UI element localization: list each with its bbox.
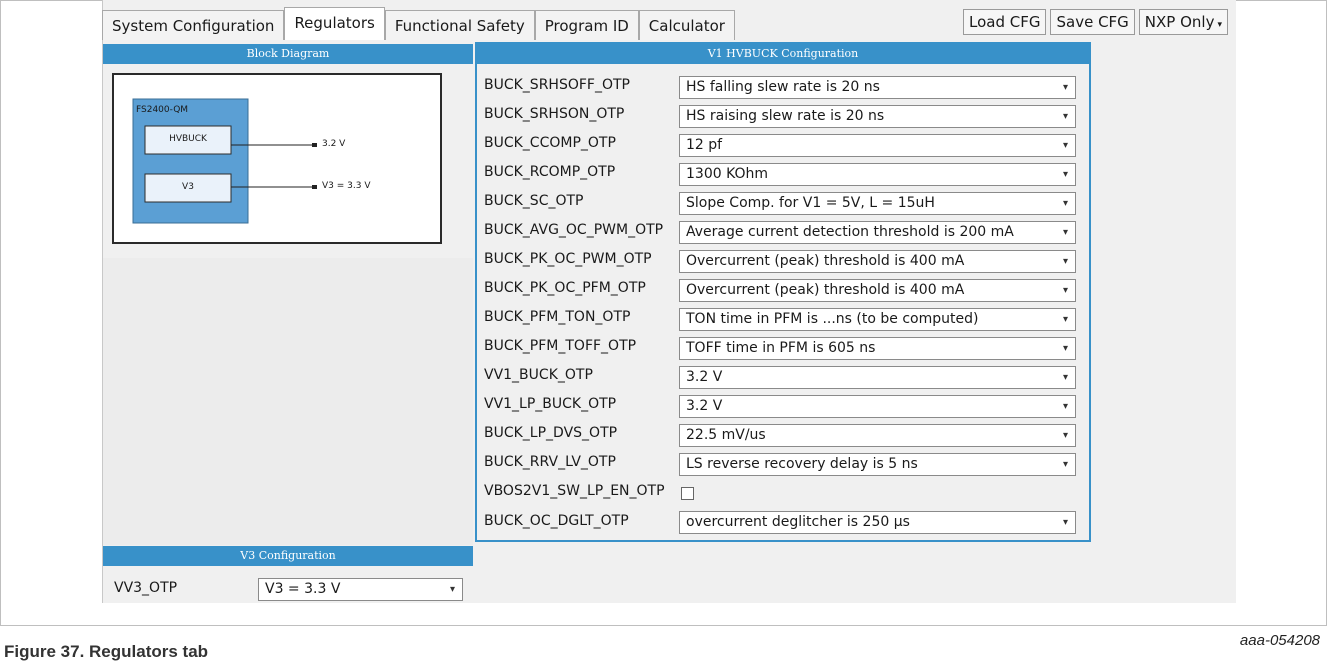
toolbar: Load CFG Save CFG NXP Only ▾ bbox=[963, 9, 1228, 35]
device-label: FS2400-QM bbox=[136, 105, 189, 115]
chevron-down-icon: ▾ bbox=[449, 584, 455, 595]
row-label: BUCK_LP_DVS_OTP bbox=[484, 425, 618, 441]
chevron-down-icon: ▾ bbox=[1062, 140, 1068, 151]
buck-ccomp-select[interactable]: 12 pf ▾ bbox=[679, 134, 1076, 157]
hvbuck-block-label: HVBUCK bbox=[169, 134, 207, 144]
select-value: V3 = 3.3 V bbox=[265, 581, 341, 597]
row-label: VV1_BUCK_OTP bbox=[484, 367, 593, 383]
chevron-down-icon: ▾ bbox=[1062, 459, 1068, 470]
buck-srhsoff-select[interactable]: HS falling slew rate is 20 ns ▾ bbox=[679, 76, 1076, 99]
v3-output-pin bbox=[312, 185, 317, 189]
buck-pk-oc-pfm-select[interactable]: Overcurrent (peak) threshold is 400 mA ▾ bbox=[679, 279, 1076, 302]
select-value: Overcurrent (peak) threshold is 400 mA bbox=[686, 282, 965, 298]
figure-id: aaa-054208 bbox=[1239, 632, 1320, 649]
v3-block-label: V3 bbox=[182, 182, 194, 192]
buck-rrv-lv-select[interactable]: LS reverse recovery delay is 5 ns ▾ bbox=[679, 453, 1076, 476]
chevron-down-icon: ▾ bbox=[1062, 256, 1068, 267]
buck-avg-oc-pwm-select[interactable]: Average current detection threshold is 2… bbox=[679, 221, 1076, 244]
row-label: BUCK_SRHSOFF_OTP bbox=[484, 77, 630, 93]
chevron-down-icon: ▾ bbox=[1062, 169, 1068, 180]
row-label: BUCK_CCOMP_OTP bbox=[484, 135, 616, 151]
row-label: VV1_LP_BUCK_OTP bbox=[484, 396, 617, 412]
chevron-down-icon: ▾ bbox=[1062, 227, 1068, 238]
row-label: BUCK_PFM_TOFF_OTP bbox=[484, 338, 637, 354]
block-diagram-header: Block Diagram bbox=[103, 44, 473, 64]
select-value: 22.5 mV/us bbox=[686, 427, 766, 443]
save-cfg-button[interactable]: Save CFG bbox=[1050, 9, 1135, 35]
row-label: BUCK_RRV_LV_OTP bbox=[484, 454, 616, 470]
buck-pfm-toff-select[interactable]: TOFF time in PFM is 605 ns ▾ bbox=[679, 337, 1076, 360]
chevron-down-icon: ▾ bbox=[1062, 82, 1068, 93]
chevron-down-icon: ▾ bbox=[1062, 401, 1068, 412]
row-label: VBOS2V1_SW_LP_EN_OTP bbox=[484, 483, 665, 499]
buck-srhson-select[interactable]: HS raising slew rate is 20 ns ▾ bbox=[679, 105, 1076, 128]
chevron-down-icon: ▾ bbox=[1062, 372, 1068, 383]
select-value: HS falling slew rate is 20 ns bbox=[686, 79, 880, 95]
vv1-lp-buck-select[interactable]: 3.2 V ▾ bbox=[679, 395, 1076, 418]
select-value: Average current detection threshold is 2… bbox=[686, 224, 1014, 240]
row-label: BUCK_PK_OC_PWM_OTP bbox=[484, 251, 652, 267]
row-label: BUCK_OC_DGLT_OTP bbox=[484, 513, 629, 529]
select-value: Overcurrent (peak) threshold is 400 mA bbox=[686, 253, 965, 269]
select-value: TON time in PFM is ...ns (to be computed… bbox=[686, 311, 979, 327]
hvbuck-output-label: 3.2 V bbox=[322, 139, 346, 149]
buck-lp-dvs-select[interactable]: 22.5 mV/us ▾ bbox=[679, 424, 1076, 447]
chevron-down-icon: ▾ bbox=[1217, 20, 1222, 30]
nxp-only-label: NXP Only bbox=[1144, 13, 1215, 31]
vv3-otp-select[interactable]: V3 = 3.3 V ▾ bbox=[258, 578, 463, 601]
select-value: LS reverse recovery delay is 5 ns bbox=[686, 456, 918, 472]
select-value: 12 pf bbox=[686, 137, 723, 153]
buck-pfm-ton-select[interactable]: TON time in PFM is ...ns (to be computed… bbox=[679, 308, 1076, 331]
device-block bbox=[132, 98, 249, 224]
block-diagram-svg bbox=[132, 98, 317, 224]
select-value: Slope Comp. for V1 = 5V, L = 15uH bbox=[686, 195, 935, 211]
buck-rcomp-select[interactable]: 1300 KOhm ▾ bbox=[679, 163, 1076, 186]
row-label: BUCK_PK_OC_PFM_OTP bbox=[484, 280, 646, 296]
select-value: HS raising slew rate is 20 ns bbox=[686, 108, 885, 124]
buck-oc-dglt-select[interactable]: overcurrent deglitcher is 250 µs ▾ bbox=[679, 511, 1076, 534]
tab-system-configuration[interactable]: System Configuration bbox=[102, 10, 285, 40]
tab-functional-safety[interactable]: Functional Safety bbox=[384, 10, 535, 40]
tab-bar: System Configuration Regulators Function… bbox=[102, 0, 735, 42]
v3-config-header: V3 Configuration bbox=[103, 546, 473, 566]
left-empty-area bbox=[103, 258, 473, 545]
select-value: 3.2 V bbox=[686, 369, 723, 385]
vbos2v1-sw-lp-en-checkbox[interactable] bbox=[681, 487, 694, 500]
tab-program-id[interactable]: Program ID bbox=[534, 10, 639, 40]
select-value: 3.2 V bbox=[686, 398, 723, 414]
buck-sc-select[interactable]: Slope Comp. for V1 = 5V, L = 15uH ▾ bbox=[679, 192, 1076, 215]
row-label: BUCK_PFM_TON_OTP bbox=[484, 309, 631, 325]
hvbuck-output-pin bbox=[312, 143, 317, 147]
chevron-down-icon: ▾ bbox=[1062, 343, 1068, 354]
chevron-down-icon: ▾ bbox=[1062, 517, 1068, 528]
vv3-otp-label: VV3_OTP bbox=[114, 580, 178, 596]
figure-caption: Figure 37. Regulators tab bbox=[4, 642, 209, 661]
load-cfg-button[interactable]: Load CFG bbox=[963, 9, 1047, 35]
v1-config-header: V1 HVBUCK Configuration bbox=[477, 44, 1089, 64]
chevron-down-icon: ▾ bbox=[1062, 314, 1068, 325]
chevron-down-icon: ▾ bbox=[1062, 285, 1068, 296]
select-value: overcurrent deglitcher is 250 µs bbox=[686, 514, 910, 530]
select-value: 1300 KOhm bbox=[686, 166, 769, 182]
select-value: TOFF time in PFM is 605 ns bbox=[686, 340, 876, 356]
chevron-down-icon: ▾ bbox=[1062, 198, 1068, 209]
tab-regulators[interactable]: Regulators bbox=[284, 7, 385, 40]
row-label: BUCK_SRHSON_OTP bbox=[484, 106, 625, 122]
tab-calculator[interactable]: Calculator bbox=[638, 10, 735, 40]
vv1-buck-select[interactable]: 3.2 V ▾ bbox=[679, 366, 1076, 389]
buck-pk-oc-pwm-select[interactable]: Overcurrent (peak) threshold is 400 mA ▾ bbox=[679, 250, 1076, 273]
row-label: BUCK_RCOMP_OTP bbox=[484, 164, 616, 180]
row-label: BUCK_AVG_OC_PWM_OTP bbox=[484, 222, 664, 238]
nxp-only-dropdown[interactable]: NXP Only ▾ bbox=[1138, 9, 1228, 35]
chevron-down-icon: ▾ bbox=[1062, 111, 1068, 122]
row-label: BUCK_SC_OTP bbox=[484, 193, 584, 209]
v3-output-label: V3 = 3.3 V bbox=[322, 181, 371, 191]
chevron-down-icon: ▾ bbox=[1062, 430, 1068, 441]
